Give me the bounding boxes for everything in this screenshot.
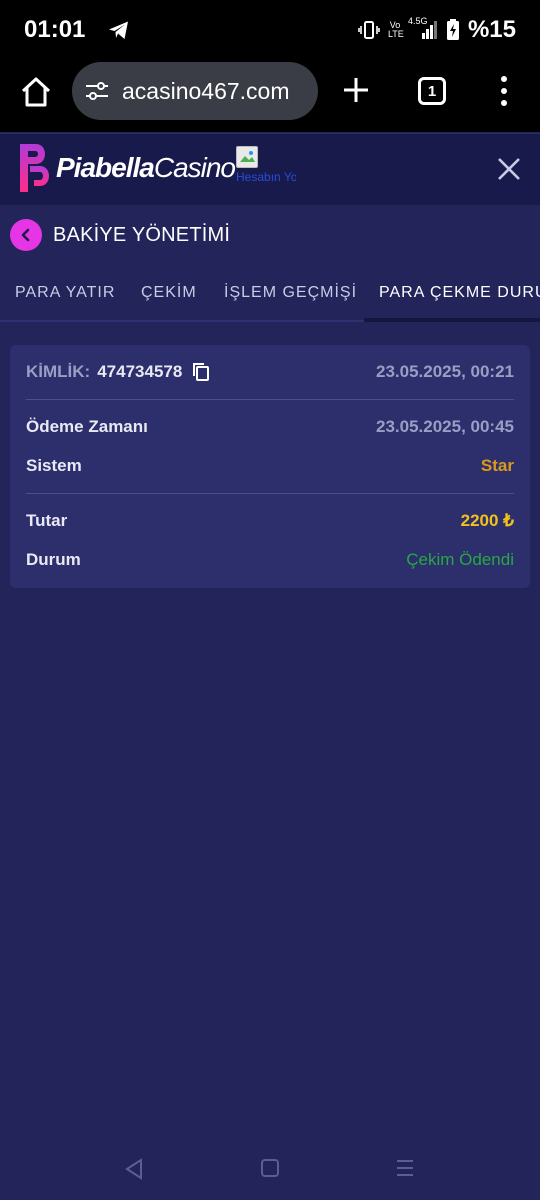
status-time: 01:01 — [24, 16, 86, 43]
back-button[interactable] — [10, 219, 42, 251]
telegram-icon — [109, 21, 129, 39]
close-icon[interactable] — [496, 156, 522, 182]
card-divider — [26, 399, 514, 400]
battery-charging-icon — [446, 19, 459, 40]
vibrate-icon — [358, 21, 380, 39]
tab-transaction-history[interactable]: İŞLEM GEÇMİŞİ — [224, 284, 357, 302]
amount-row: Tutar 2200 ₺ — [26, 511, 514, 531]
tab-deposit[interactable]: PARA YATIR — [15, 284, 115, 302]
payment-time-row: Ödeme Zamanı 23.05.2025, 00:45 — [26, 417, 514, 437]
page-title: BAKİYE YÖNETİMİ — [53, 223, 231, 246]
back-nav-icon[interactable] — [124, 1158, 144, 1180]
url-text[interactable]: acasino467.com — [122, 78, 290, 105]
active-tab-indicator — [364, 318, 540, 322]
copy-icon[interactable] — [192, 362, 210, 382]
status-label: Durum — [26, 550, 81, 569]
tab-withdraw[interactable]: ÇEKİM — [141, 284, 197, 302]
payment-time-label: Ödeme Zamanı — [26, 417, 148, 436]
page-title-row: BAKİYE YÖNETİMİ — [0, 205, 540, 265]
card-divider — [26, 493, 514, 494]
chevron-left-icon — [21, 228, 30, 242]
system-navigation-bar — [0, 1140, 540, 1200]
system-label: Sistem — [26, 456, 82, 475]
status-value: Çekim Ödendi — [406, 550, 514, 569]
id-label: KİMLİK: — [26, 362, 91, 381]
balance-tabs: PARA YATIR ÇEKİM İŞLEM GEÇMİŞİ PARA ÇEKM… — [0, 268, 540, 320]
recents-nav-icon[interactable] — [395, 1158, 415, 1178]
tab-count: 1 — [427, 82, 437, 100]
site-settings-icon[interactable] — [84, 78, 110, 104]
home-icon[interactable] — [18, 74, 54, 110]
amount-label: Tutar — [26, 511, 68, 530]
broken-image[interactable]: Hesabın Yoks... — [236, 146, 296, 204]
volte-label: Vo LTE — [387, 20, 404, 39]
site-header: PiabellaCasino Hesabın Yoks... — [0, 133, 540, 205]
payment-time-value: 23.05.2025, 00:45 — [375, 417, 514, 436]
id-value: 474734578 — [97, 362, 183, 381]
tab-switcher-button[interactable]: 1 — [418, 77, 446, 105]
broken-image-icon — [236, 146, 258, 168]
system-value: Star — [480, 456, 514, 475]
card-header-row: KİMLİK: 474734578 23.05.2025, 00:21 — [26, 362, 514, 382]
tabs-divider — [0, 320, 364, 322]
brand-logo-icon[interactable] — [18, 140, 54, 196]
brand-name[interactable]: PiabellaCasino — [56, 152, 236, 184]
system-row: Sistem Star — [26, 456, 514, 476]
new-tab-icon[interactable] — [340, 74, 372, 106]
signal-icon — [421, 21, 437, 39]
status-bar: 01:01 Vo LTE 4.5G %15 — [0, 0, 540, 60]
brand-name-bold: Piabella — [56, 152, 155, 183]
address-bar[interactable]: acasino467.com — [72, 62, 318, 120]
created-at: 23.05.2025, 00:21 — [375, 362, 514, 381]
more-menu-icon[interactable] — [498, 74, 510, 108]
home-nav-icon[interactable] — [260, 1158, 280, 1178]
browser-toolbar: acasino467.com 1 — [0, 60, 540, 132]
withdrawal-card: KİMLİK: 474734578 23.05.2025, 00:21 Ödem… — [10, 345, 530, 588]
status-row: Durum Çekim Ödendi — [26, 550, 514, 570]
battery-percent: %15 — [467, 16, 516, 43]
brand-name-light: Casino — [153, 152, 236, 183]
amount-value: 2200 ₺ — [460, 511, 514, 530]
broken-image-alt: Hesabın Yoks... — [236, 170, 296, 184]
tab-withdrawal-status[interactable]: PARA ÇEKME DURUMU — [379, 284, 540, 302]
